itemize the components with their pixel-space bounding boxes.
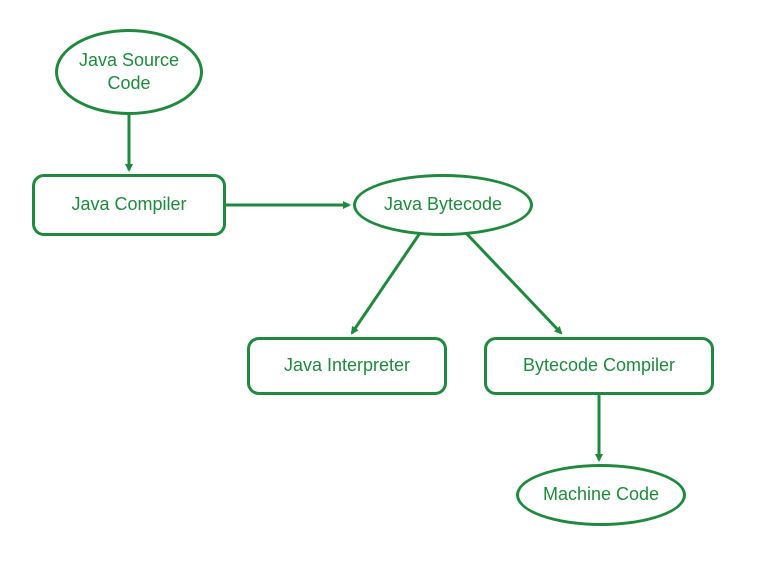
java-interpreter-label: Java Interpreter xyxy=(284,354,410,377)
java-source-code-label: Java Source Code xyxy=(79,49,179,96)
java-bytecode-label: Java Bytecode xyxy=(384,193,502,216)
arrow-bytecode-to-interpreter xyxy=(352,233,420,333)
machine-code-label: Machine Code xyxy=(543,483,659,506)
bytecode-compiler-node: Bytecode Compiler xyxy=(484,337,714,395)
java-compiler-node: Java Compiler xyxy=(32,174,226,236)
arrow-bytecode-to-bccompiler xyxy=(466,233,561,333)
machine-code-node: Machine Code xyxy=(516,464,686,526)
java-compiler-label: Java Compiler xyxy=(71,193,186,216)
java-source-code-node: Java Source Code xyxy=(55,29,203,115)
java-interpreter-node: Java Interpreter xyxy=(247,337,447,395)
bytecode-compiler-label: Bytecode Compiler xyxy=(523,354,675,377)
java-bytecode-node: Java Bytecode xyxy=(353,174,533,236)
